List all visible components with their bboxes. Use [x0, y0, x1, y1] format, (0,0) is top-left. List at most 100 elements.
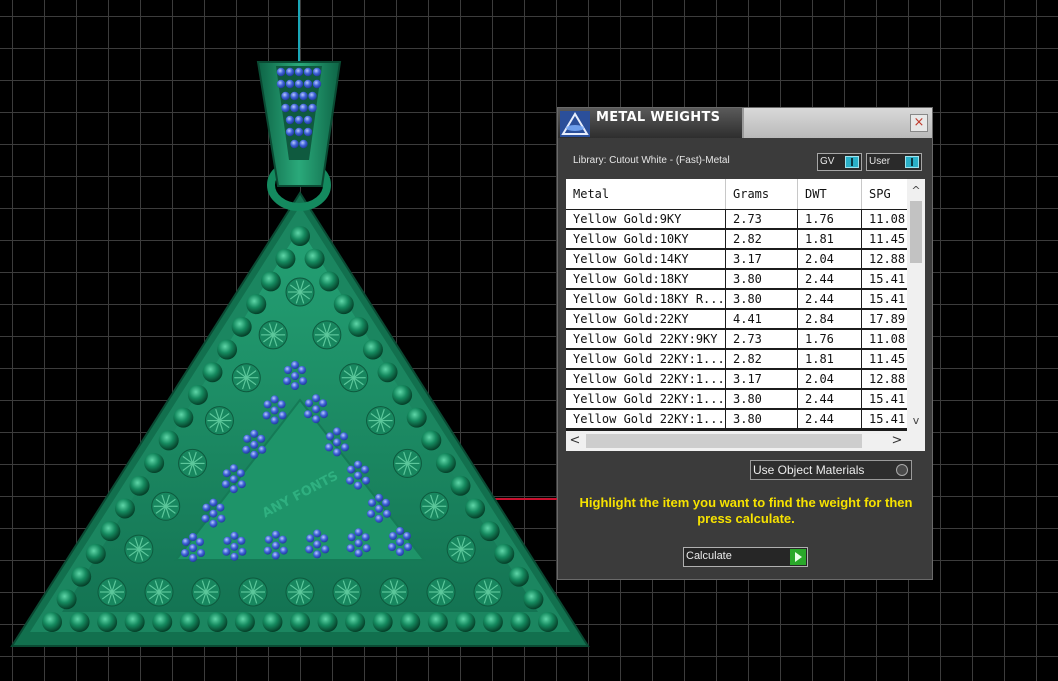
cell-metal: Yellow Gold 22KY:1...	[566, 350, 725, 368]
gem	[368, 498, 376, 507]
bead	[494, 543, 515, 564]
bail-gem	[303, 127, 313, 137]
bead	[246, 294, 267, 315]
cell-grams: 3.17	[726, 250, 797, 268]
gem	[263, 546, 272, 555]
gem	[346, 544, 355, 553]
table-row[interactable]: Yellow Gold:18KY 3.80 2.44 15.41	[566, 269, 907, 289]
bead	[427, 612, 448, 632]
horizontal-scrollbar[interactable]: < >	[566, 431, 925, 451]
cell-grams: 3.80	[726, 270, 797, 288]
table-row[interactable]: Yellow Gold 22KY:1... 3.80 2.44 15.41	[566, 389, 907, 409]
scroll-right-icon[interactable]: >	[888, 432, 906, 450]
vertical-scrollbar[interactable]: ^ v	[907, 179, 925, 431]
calculate-button[interactable]: Calculate	[683, 547, 808, 567]
gem	[367, 509, 375, 518]
bail-gem	[285, 115, 295, 125]
gem	[403, 532, 411, 540]
radio-icon[interactable]	[896, 464, 908, 476]
gem	[270, 395, 279, 404]
vertical-scroll-thumb[interactable]	[910, 201, 922, 263]
gem	[299, 377, 307, 385]
gem	[271, 551, 280, 560]
table-row[interactable]: Yellow Gold:10KY 2.82 1.81 11.45	[566, 229, 907, 249]
bead	[179, 612, 200, 632]
bead	[333, 294, 354, 315]
gem	[354, 481, 362, 490]
bead	[173, 407, 194, 428]
bead	[97, 612, 118, 632]
table-row[interactable]: Yellow Gold 22KY:1... 2.82 1.81 11.45	[566, 349, 907, 369]
gem	[375, 514, 383, 523]
horizontal-scroll-thumb[interactable]	[586, 434, 862, 448]
bead	[510, 612, 531, 632]
column-header-dwt[interactable]: DWT	[798, 179, 862, 209]
floret	[124, 534, 154, 564]
table-row[interactable]: Yellow Gold:18KY R... 3.80 2.44 15.41	[566, 289, 907, 309]
table-row[interactable]: Yellow Gold 22KY:9KY 2.73 1.76 11.08	[566, 329, 907, 349]
floret	[419, 491, 449, 521]
scroll-left-icon[interactable]: <	[566, 432, 584, 450]
column-header-grams[interactable]: Grams	[726, 179, 798, 209]
bead	[319, 271, 340, 292]
gem	[229, 475, 238, 484]
bead	[538, 612, 558, 632]
instructions-text: Highlight the item you want to find the …	[579, 495, 913, 526]
column-header-metal[interactable]: Metal	[566, 179, 726, 209]
bail-gem	[290, 91, 299, 101]
gem	[333, 427, 341, 436]
gem	[325, 443, 333, 452]
gem	[230, 542, 239, 551]
column-header-spg[interactable]: SPG	[862, 179, 907, 209]
gem	[283, 377, 291, 385]
bead	[523, 589, 544, 610]
table-row[interactable]: Yellow Gold 22KY:1... 3.17 2.04 12.88	[566, 369, 907, 389]
bead	[508, 566, 529, 587]
bail-gem	[299, 103, 308, 113]
gem	[270, 416, 279, 425]
cell-spg: 15.41	[862, 290, 907, 308]
gem	[278, 411, 287, 420]
close-button[interactable]: ×	[910, 114, 928, 132]
cell-spg: 12.88	[862, 370, 907, 388]
cell-grams: 3.80	[726, 290, 797, 308]
cell-grams: 2.82	[726, 230, 797, 248]
table-row[interactable]: Yellow Gold:22KY 4.41 2.84 17.89	[566, 309, 907, 329]
toggle-switch-icon	[845, 156, 859, 168]
gem	[396, 548, 404, 556]
bead	[400, 612, 421, 632]
bead	[406, 407, 427, 428]
bead	[202, 362, 223, 383]
bail-gem	[281, 91, 290, 101]
table-row[interactable]: Yellow Gold:14KY 3.17 2.04 12.88	[566, 249, 907, 269]
floret	[446, 534, 476, 564]
cell-metal: Yellow Gold 22KY:1...	[566, 390, 725, 408]
scroll-down-icon[interactable]: v	[907, 413, 925, 429]
gem	[361, 465, 369, 474]
gem	[182, 538, 190, 546]
gem	[202, 503, 211, 512]
bead	[377, 362, 398, 383]
floret	[426, 577, 456, 607]
bead	[479, 521, 500, 542]
bail-gem	[290, 103, 299, 113]
cell-grams: 4.41	[726, 310, 797, 328]
gem	[304, 410, 312, 419]
cell-metal: Yellow Gold:18KY R...	[566, 290, 725, 308]
scroll-up-icon[interactable]: ^	[907, 183, 925, 199]
gem	[333, 438, 341, 447]
cell-dwt: 1.76	[798, 210, 861, 228]
gem	[264, 535, 273, 544]
table-row[interactable]: Yellow Gold 22KY:1... 3.80 2.44 15.41	[566, 409, 907, 429]
gem	[209, 509, 218, 518]
table-row[interactable]: Yellow Gold:9KY 2.73 1.76 11.08	[566, 209, 907, 229]
cell-spg: 11.45	[862, 230, 907, 248]
use-object-materials-option[interactable]: Use Object Materials	[750, 460, 912, 480]
bead	[345, 612, 366, 632]
bail-gem	[312, 79, 322, 89]
gem	[250, 440, 259, 449]
gem	[388, 543, 396, 551]
user-toggle[interactable]: User	[866, 153, 922, 171]
dialog-titlebar[interactable]: METAL WEIGHTS ×	[558, 108, 932, 138]
gv-toggle[interactable]: GV	[817, 153, 862, 171]
